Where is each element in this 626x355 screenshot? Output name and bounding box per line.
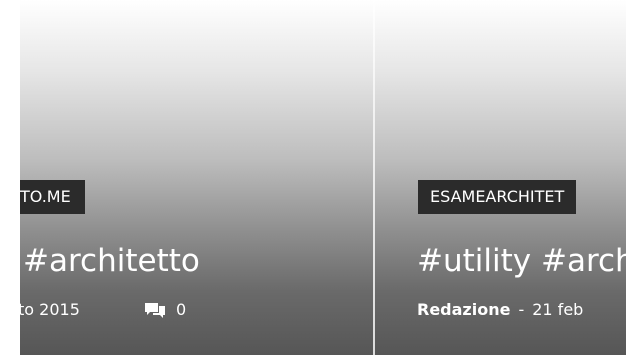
category-badge[interactable]: ESAMEARCHITET [418,180,577,214]
post-title[interactable]: #utility #arch [417,241,626,281]
post-date: to 2015 [20,300,80,319]
comments-icon [145,303,165,318]
category-badge[interactable]: TO.ME [20,180,85,214]
post-title[interactable]: #architetto [23,241,200,281]
post-card-left[interactable]: TO.ME #architetto to 2015 0 [20,0,373,355]
comments-count: 0 [176,300,187,319]
post-date: 21 feb [532,300,584,319]
post-meta: to 2015 [20,299,80,321]
post-author[interactable]: Redazione [417,300,510,319]
meta-separator: - [518,300,525,319]
comments-link[interactable]: 0 [144,299,186,321]
post-meta: Redazione -21 feb [417,299,583,321]
post-card-right[interactable]: ESAMEARCHITET #utility #arch Redazione -2… [375,0,626,355]
